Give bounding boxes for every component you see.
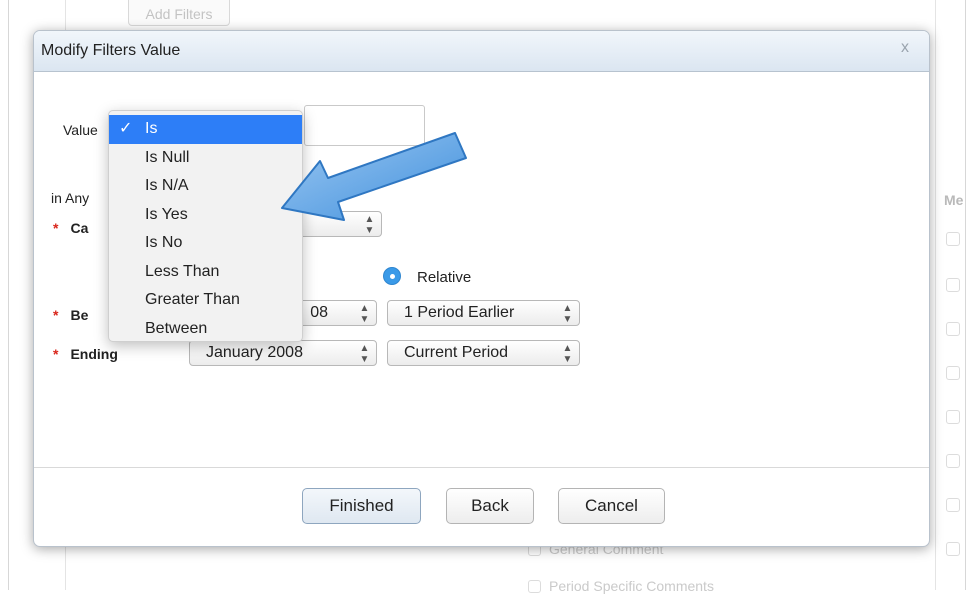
dropdown-option-between[interactable]: Between	[109, 315, 302, 344]
row-checkbox[interactable]	[946, 498, 960, 512]
dialog-header: Modify Filters Value x	[34, 31, 929, 72]
back-button[interactable]: Back	[446, 488, 534, 524]
cancel-button[interactable]: Cancel	[558, 488, 665, 524]
annotation-arrow-icon	[281, 132, 467, 221]
checkbox[interactable]	[528, 580, 541, 593]
row-checkbox[interactable]	[946, 542, 960, 556]
close-icon[interactable]: x	[901, 39, 909, 57]
column-divider	[935, 0, 936, 590]
select-arrows-icon: ▲▼	[562, 303, 573, 325]
row-checkbox[interactable]	[946, 232, 960, 246]
footer-divider	[34, 467, 929, 468]
select-arrows-icon: ▲▼	[562, 343, 573, 365]
dropdown-option-greater-than[interactable]: Greater Than	[109, 286, 302, 315]
finished-button[interactable]: Finished	[302, 488, 421, 524]
value-label: Value	[63, 122, 98, 138]
category-label: * Ca	[53, 220, 89, 236]
row-checkbox[interactable]	[946, 322, 960, 336]
row-checkbox[interactable]	[946, 454, 960, 468]
row-checkbox[interactable]	[946, 366, 960, 380]
dialog-title: Modify Filters Value	[41, 42, 181, 59]
row-checkbox[interactable]	[946, 278, 960, 292]
ending-date-select[interactable]: January 2008 ▲▼	[189, 340, 377, 366]
in-any-label: in Any	[51, 190, 90, 206]
ending-label: * Ending	[53, 346, 118, 362]
row-checkbox[interactable]	[946, 410, 960, 424]
select-arrows-icon: ▲▼	[359, 343, 370, 365]
checkmark-icon: ✓	[119, 120, 133, 137]
list-item[interactable]: Period Specific Comments	[528, 578, 714, 594]
beginning-relative-select[interactable]: 1 Period Earlier ▲▼	[387, 300, 580, 326]
dropdown-option-less-than[interactable]: Less Than	[109, 258, 302, 287]
relative-radio[interactable]	[383, 267, 401, 285]
ending-relative-select[interactable]: Current Period ▲▼	[387, 340, 580, 366]
add-filters-button[interactable]: Add Filters	[128, 0, 230, 26]
beginning-label: * Be	[53, 307, 89, 323]
column-header-partial: Me	[944, 192, 964, 208]
relative-label: Relative	[417, 269, 472, 286]
select-arrows-icon: ▲▼	[359, 303, 370, 325]
